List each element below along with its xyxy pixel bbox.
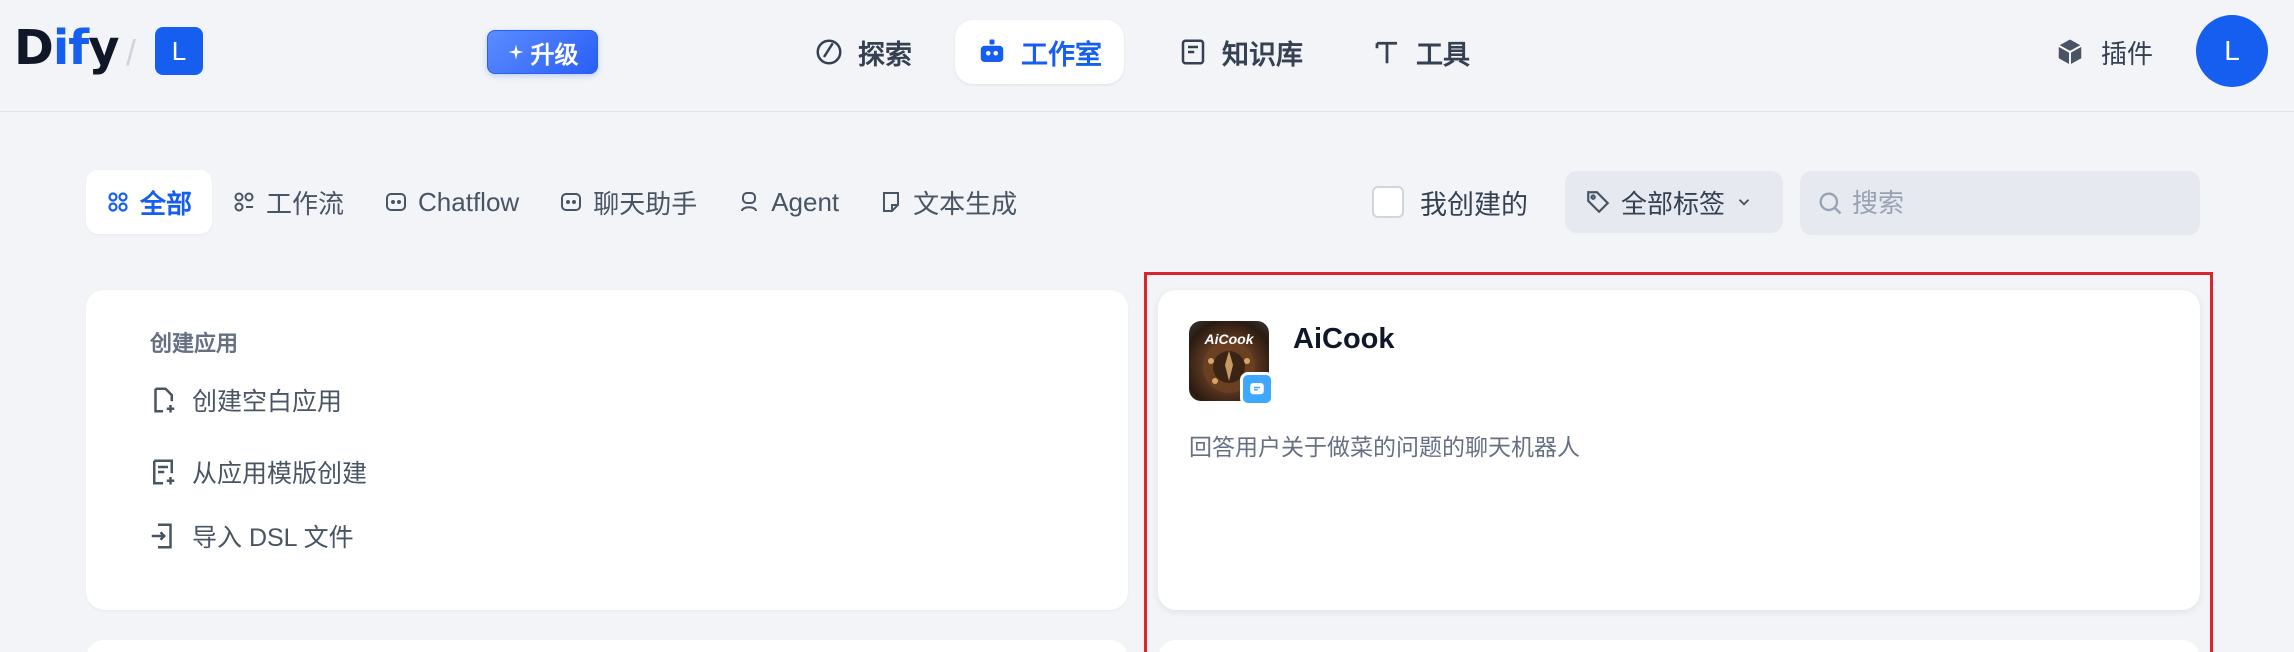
plugin-label: 插件 bbox=[2101, 38, 2154, 69]
robot-icon bbox=[977, 37, 1007, 67]
nav-label: 工具 bbox=[1416, 39, 1470, 70]
tab-chatflow[interactable]: Chatflow bbox=[364, 170, 539, 234]
workspace-avatar[interactable]: L bbox=[155, 27, 203, 75]
grid-icon bbox=[106, 190, 130, 214]
tab-label: 工作流 bbox=[266, 188, 345, 219]
search-box[interactable] bbox=[1800, 171, 2200, 235]
upgrade-label: 升级 bbox=[530, 41, 579, 69]
nav-studio[interactable]: 工作室 bbox=[955, 20, 1124, 84]
tag-icon bbox=[1587, 191, 1610, 214]
next-card-peek bbox=[86, 640, 1128, 652]
tab-label: 文本生成 bbox=[913, 188, 1018, 219]
sparkle-icon bbox=[508, 44, 523, 60]
created-by-me-filter[interactable]: 我创建的 bbox=[1372, 180, 1528, 224]
tab-label: 聊天助手 bbox=[593, 188, 698, 219]
workflow-icon bbox=[232, 190, 256, 214]
tag-filter-label: 全部标签 bbox=[1621, 188, 1726, 219]
cube-icon bbox=[2058, 39, 2082, 65]
tab-label: 全部 bbox=[140, 188, 193, 219]
tag-filter-dropdown[interactable]: 全部标签 bbox=[1565, 171, 1783, 233]
tab-workflow[interactable]: 工作流 bbox=[212, 170, 364, 234]
create-item-label: 从应用模版创建 bbox=[192, 460, 368, 488]
hammer-icon bbox=[1372, 37, 1402, 67]
next-card-peek bbox=[1158, 640, 2200, 652]
tab-text-generation[interactable]: 文本生成 bbox=[859, 170, 1037, 234]
tab-all[interactable]: 全部 bbox=[86, 170, 213, 234]
upgrade-button[interactable]: 升级 bbox=[487, 30, 598, 74]
agent-icon bbox=[737, 190, 761, 214]
template-icon bbox=[148, 457, 178, 487]
created-by-me-checkbox[interactable] bbox=[1372, 186, 1404, 218]
chevron-down-icon bbox=[1738, 199, 1750, 206]
nav-label: 工作室 bbox=[1021, 39, 1102, 70]
app-type-tabs: 全部 工作流 Chatflow 聊天助手 Agent 文本生成 bbox=[86, 170, 1037, 234]
nav-tools[interactable]: 工具 bbox=[1350, 20, 1492, 84]
tab-agent[interactable]: Agent bbox=[717, 170, 859, 234]
tab-label: Agent bbox=[771, 186, 840, 217]
created-by-me-label: 我创建的 bbox=[1420, 189, 1528, 220]
book-icon bbox=[1178, 37, 1208, 67]
tab-chat-assistant[interactable]: 聊天助手 bbox=[539, 170, 717, 234]
document-icon bbox=[879, 190, 903, 214]
chat-bubble-icon bbox=[384, 190, 408, 214]
create-app-card: 创建应用 创建空白应用 从应用模版创建 导入 DSL 文件 bbox=[86, 290, 1128, 610]
dify-logo[interactable]: Dify bbox=[14, 18, 119, 78]
create-item-label: 导入 DSL 文件 bbox=[192, 524, 354, 552]
breadcrumb-separator: / bbox=[126, 32, 137, 73]
top-header: Dify / L 升级 探索 工作室 知识库 工具 插件 L bbox=[0, 0, 2294, 112]
explore-icon bbox=[814, 37, 844, 67]
nav-knowledge[interactable]: 知识库 bbox=[1156, 20, 1325, 84]
create-app-title: 创建应用 bbox=[150, 331, 239, 356]
nav-explore[interactable]: 探索 bbox=[792, 20, 934, 84]
user-avatar[interactable]: L bbox=[2196, 15, 2268, 87]
import-dsl-button[interactable]: 导入 DSL 文件 bbox=[148, 516, 354, 556]
chat-bubble-icon bbox=[559, 190, 583, 214]
nav-label: 知识库 bbox=[1222, 39, 1303, 70]
create-item-label: 创建空白应用 bbox=[192, 388, 343, 416]
plugin-button[interactable]: 插件 bbox=[2055, 30, 2153, 74]
nav-label: 探索 bbox=[858, 39, 912, 70]
highlight-box bbox=[1144, 272, 2213, 652]
search-input[interactable] bbox=[1852, 187, 2172, 219]
import-icon bbox=[148, 521, 178, 551]
create-blank-app-button[interactable]: 创建空白应用 bbox=[148, 380, 342, 420]
new-file-icon bbox=[148, 385, 178, 415]
create-from-template-button[interactable]: 从应用模版创建 bbox=[148, 452, 367, 492]
search-icon bbox=[1819, 192, 1842, 215]
tab-label: Chatflow bbox=[418, 186, 520, 217]
